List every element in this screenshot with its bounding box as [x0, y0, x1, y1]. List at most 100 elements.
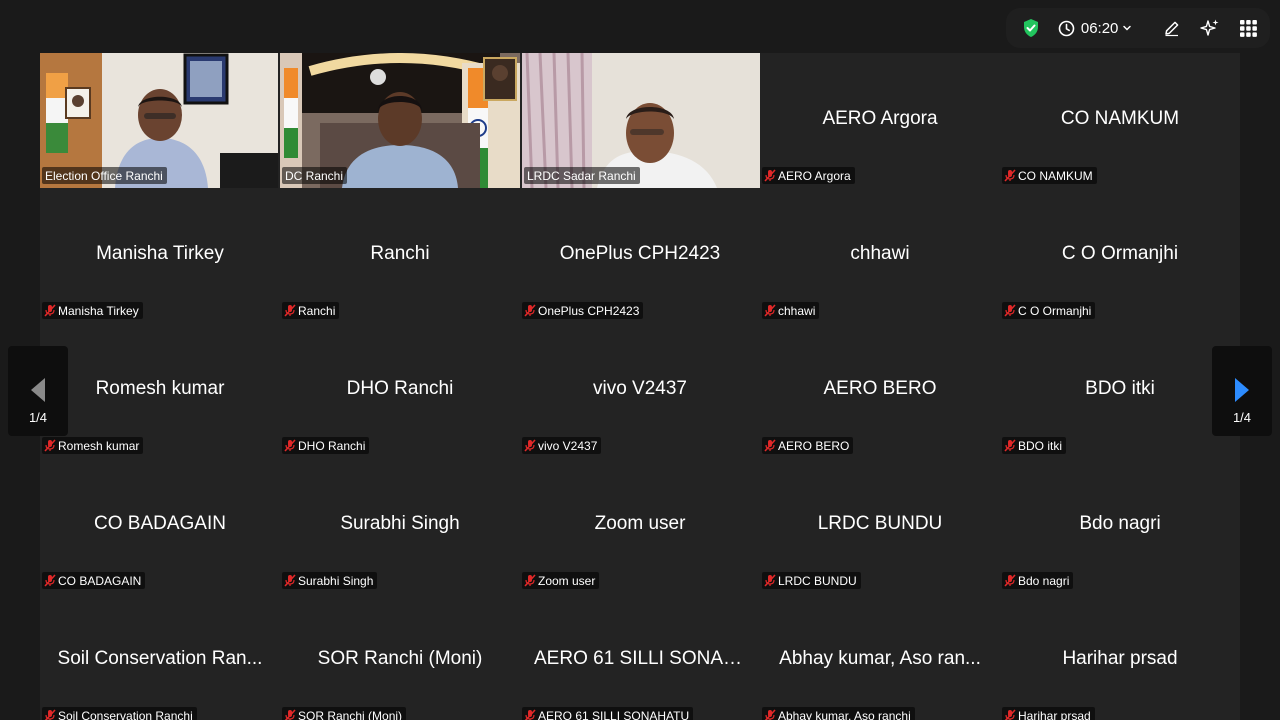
muted-mic-icon — [284, 574, 296, 587]
participant-nameplate: DC Ranchi — [282, 167, 348, 184]
participant-tile[interactable]: CO BADAGAIN CO BADAGAIN — [40, 458, 280, 593]
participant-display-name: vivo V2437 — [592, 378, 687, 399]
video-tile-active-speaker[interactable]: DC Ranchi — [280, 53, 520, 188]
participant-tile[interactable]: CO NAMKUM CO NAMKUM — [1000, 53, 1240, 188]
participant-tile[interactable]: SOR Ranchi (Moni) SOR Ranchi (Moni) — [280, 593, 520, 720]
video-tile[interactable]: Election Office Ranchi — [40, 53, 280, 188]
participant-tile[interactable]: AERO Argora AERO Argora — [760, 53, 1000, 188]
muted-mic-icon — [1004, 169, 1016, 182]
participant-display-name: OnePlus CPH2423 — [559, 243, 721, 264]
participant-tile[interactable]: Bdo nagri Bdo nagri — [1000, 458, 1240, 593]
participant-nameplate: Harihar prsad — [1002, 707, 1095, 720]
participant-nameplate: AERO Argora — [762, 167, 855, 184]
muted-mic-icon — [1004, 574, 1016, 587]
participant-display-name: Ranchi — [370, 243, 430, 264]
participant-tile[interactable]: Ranchi Ranchi — [280, 188, 520, 323]
meeting-timer[interactable]: 06:20 — [1058, 12, 1133, 44]
participant-name: AERO Argora — [778, 168, 851, 183]
participant-name: LRDC BUNDU — [778, 573, 857, 588]
participant-name: C O Ormanjhi — [1018, 303, 1092, 318]
participant-name: Zoom user — [538, 573, 596, 588]
timer-label: 06:20 — [1080, 19, 1119, 37]
sparkle-icon[interactable] — [1198, 12, 1222, 44]
shield-check-icon[interactable] — [1018, 12, 1044, 44]
participant-name: CO BADAGAIN — [58, 573, 142, 588]
participant-tile[interactable]: BDO itki BDO itki — [1000, 323, 1240, 458]
participant-name: Soil Conservation Ranchi — [58, 708, 193, 720]
participant-nameplate: vivo V2437 — [522, 437, 602, 454]
participant-name: AERO BERO — [778, 438, 850, 453]
participant-nameplate: AERO BERO — [762, 437, 854, 454]
participant-name: AERO 61 SILLI SONAHATU — [538, 708, 690, 720]
muted-mic-icon — [764, 169, 776, 182]
participant-tile[interactable]: AERO 61 SILLI SONAH... AERO 61 SILLI SONA… — [520, 593, 760, 720]
clock-icon — [1058, 20, 1075, 36]
next-page-button[interactable]: 1/4 — [1212, 346, 1272, 436]
participant-name: SOR Ranchi (Moni) — [298, 708, 403, 720]
muted-mic-icon — [284, 439, 296, 452]
participant-tile[interactable]: vivo V2437 vivo V2437 — [520, 323, 760, 458]
participant-nameplate: OnePlus CPH2423 — [522, 302, 644, 319]
participant-name: Manisha Tirkey — [58, 303, 139, 318]
previous-page-button[interactable]: 1/4 — [8, 346, 68, 436]
participant-nameplate: Election Office Ranchi — [42, 167, 167, 184]
pencil-icon[interactable] — [1160, 12, 1184, 44]
participant-tile[interactable]: chhawi chhawi — [760, 188, 1000, 323]
participant-name: Bdo nagri — [1018, 573, 1070, 588]
participant-display-name: Romesh kumar — [95, 378, 225, 399]
participant-tile[interactable]: Romesh kumar Romesh kumar — [40, 323, 280, 458]
chevron-down-icon — [1123, 25, 1132, 31]
participant-display-name: chhawi — [850, 243, 910, 264]
participant-name: Election Office Ranchi — [45, 168, 163, 183]
muted-mic-icon — [764, 709, 776, 720]
participant-name: Surabhi Singh — [298, 573, 374, 588]
participant-display-name: Zoom user — [594, 513, 686, 534]
participant-name: BDO itki — [1018, 438, 1063, 453]
participant-display-name: DHO Ranchi — [346, 378, 454, 399]
muted-mic-icon — [44, 574, 56, 587]
participant-display-name: C O Ormanjhi — [1061, 243, 1179, 264]
participant-nameplate: chhawi — [762, 302, 820, 319]
participant-nameplate: DHO Ranchi — [282, 437, 370, 454]
participant-display-name: AERO 61 SILLI SONAH... — [534, 648, 753, 669]
video-tile[interactable]: LRDC Sadar Ranchi — [522, 53, 760, 188]
muted-mic-icon — [764, 574, 776, 587]
participant-tile[interactable]: Zoom user Zoom user — [520, 458, 760, 593]
participant-nameplate: Manisha Tirkey — [42, 302, 143, 319]
muted-mic-icon — [44, 304, 56, 317]
participant-nameplate: Zoom user — [522, 572, 600, 589]
participant-display-name: SOR Ranchi (Moni) — [317, 648, 483, 669]
muted-mic-icon — [44, 709, 56, 720]
participant-tile[interactable]: Soil Conservation Ran... Soil Conservatio… — [40, 593, 280, 720]
participant-tile[interactable]: Harihar prsad Harihar prsad — [1000, 593, 1240, 720]
muted-mic-icon — [764, 304, 776, 317]
participant-nameplate: Abhay kumar, Aso ranchi — [762, 707, 915, 720]
participant-nameplate: C O Ormanjhi — [1002, 302, 1096, 319]
participant-tile[interactable]: AERO BERO AERO BERO — [760, 323, 1000, 458]
chevron-left-icon — [31, 378, 45, 402]
meeting-toolbar: 06:20 — [1006, 8, 1270, 48]
muted-mic-icon — [524, 574, 536, 587]
grid-icon[interactable] — [1236, 12, 1260, 44]
participant-tile[interactable]: OnePlus CPH2423 OnePlus CPH2423 — [520, 188, 760, 323]
participant-display-name: Soil Conservation Ran... — [57, 648, 263, 669]
participant-nameplate: Soil Conservation Ranchi — [42, 707, 197, 720]
participant-tile[interactable]: Surabhi Singh Surabhi Singh — [280, 458, 520, 593]
participant-tile[interactable]: Manisha Tirkey Manisha Tirkey — [40, 188, 280, 323]
participant-display-name: Surabhi Singh — [340, 513, 460, 534]
participant-tile[interactable]: C O Ormanjhi C O Ormanjhi — [1000, 188, 1240, 323]
participant-name: Abhay kumar, Aso ranchi — [778, 708, 911, 720]
participant-tile[interactable]: LRDC BUNDU LRDC BUNDU — [760, 458, 1000, 593]
participant-tile[interactable]: DHO Ranchi DHO Ranchi — [280, 323, 520, 458]
participant-name: LRDC Sadar Ranchi — [527, 168, 636, 183]
participant-nameplate: LRDC BUNDU — [762, 572, 861, 589]
video-gallery: Election Office Ranchi DC Ranchi LRDC Sa… — [40, 53, 1240, 720]
participant-display-name: LRDC BUNDU — [817, 513, 943, 534]
participant-display-name: BDO itki — [1085, 378, 1155, 399]
participant-name: Ranchi — [298, 303, 336, 318]
participant-name: CO NAMKUM — [1018, 168, 1093, 183]
participant-tile[interactable]: Abhay kumar, Aso ran... Abhay kumar, Aso … — [760, 593, 1000, 720]
muted-mic-icon — [524, 439, 536, 452]
participant-nameplate: BDO itki — [1002, 437, 1067, 454]
participant-name: OnePlus CPH2423 — [538, 303, 640, 318]
